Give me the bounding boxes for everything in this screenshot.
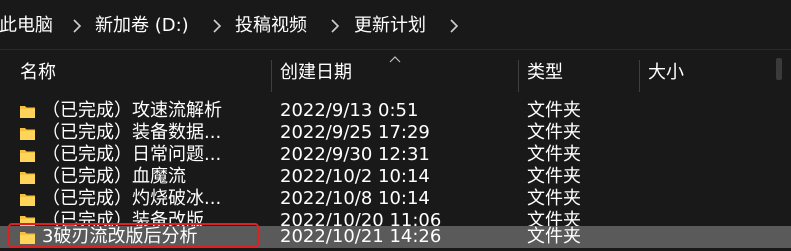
file-row[interactable]: （已完成）日常问题... 2022/9/30 12:31 文件夹 (0, 144, 791, 166)
folder-icon (20, 150, 35, 162)
file-date: 2022/10/21 14:26 (280, 226, 442, 247)
file-date: 2022/10/2 10:14 (280, 166, 430, 187)
folder-icon (20, 128, 35, 140)
breadcrumb-item-update-plan[interactable]: 更新计划 (354, 15, 426, 37)
file-type: 文件夹 (527, 188, 581, 209)
chevron-right-icon[interactable] (70, 17, 84, 35)
file-type: 文件夹 (527, 122, 581, 143)
folder-icon (20, 106, 35, 118)
file-name: （已完成）日常问题... (42, 144, 222, 165)
file-name: （已完成）灼烧破冰... (42, 188, 222, 209)
file-name: （已完成）血魔流 (42, 166, 186, 187)
file-row-selected[interactable]: 3破刃流改版后分析 2022/10/21 14:26 文件夹 (0, 226, 791, 248)
file-date: 2022/10/8 10:14 (280, 188, 430, 209)
file-name: （已完成）攻速流解析 (42, 100, 222, 121)
file-row[interactable]: （已完成）攻速流解析 2022/9/13 0:51 文件夹 (0, 100, 791, 122)
file-row[interactable]: （已完成）灼烧破冰... 2022/10/8 10:14 文件夹 (0, 188, 791, 210)
column-header-name[interactable]: 名称 (20, 62, 56, 84)
folder-icon (20, 232, 35, 244)
scrollbar-thumb[interactable] (776, 58, 782, 80)
file-date: 2022/9/13 0:51 (280, 100, 419, 121)
folder-icon (20, 172, 35, 184)
file-list: （已完成）攻速流解析 2022/9/13 0:51 文件夹 （已完成）装备数据.… (0, 96, 791, 251)
file-row[interactable]: （已完成）装备数据... 2022/9/25 17:29 文件夹 (0, 122, 791, 144)
column-divider[interactable] (271, 60, 272, 92)
column-header-row: 名称 创建日期 类型 大小 (0, 54, 791, 94)
column-header-date[interactable]: 创建日期 (280, 62, 352, 84)
file-type: 文件夹 (527, 144, 581, 165)
file-date: 2022/9/25 17:29 (280, 122, 430, 143)
file-date: 2022/9/30 12:31 (280, 144, 430, 165)
file-type: 文件夹 (527, 166, 581, 187)
breadcrumb-item-videos[interactable]: 投稿视频 (235, 15, 307, 37)
file-name: （已完成）装备数据... (42, 122, 222, 143)
file-row[interactable]: （已完成）血魔流 2022/10/2 10:14 文件夹 (0, 166, 791, 188)
chevron-right-icon[interactable] (328, 17, 342, 35)
breadcrumb-item-this-pc[interactable]: 此电脑 (0, 15, 53, 37)
chevron-right-icon[interactable] (210, 17, 224, 35)
column-divider[interactable] (518, 60, 519, 92)
chevron-right-icon[interactable] (447, 17, 461, 35)
file-type: 文件夹 (527, 100, 581, 121)
file-type: 文件夹 (527, 226, 581, 247)
file-name: 3破刃流改版后分析 (42, 226, 198, 247)
breadcrumb-item-drive-d[interactable]: 新加卷 (D:) (95, 15, 189, 37)
folder-icon (20, 194, 35, 206)
column-divider[interactable] (639, 60, 640, 92)
address-breadcrumb: 此电脑 新加卷 (D:) 投稿视频 更新计划 (0, 0, 791, 50)
column-header-type[interactable]: 类型 (527, 62, 563, 84)
column-header-size[interactable]: 大小 (648, 62, 684, 84)
chevron-up-icon (389, 56, 401, 63)
